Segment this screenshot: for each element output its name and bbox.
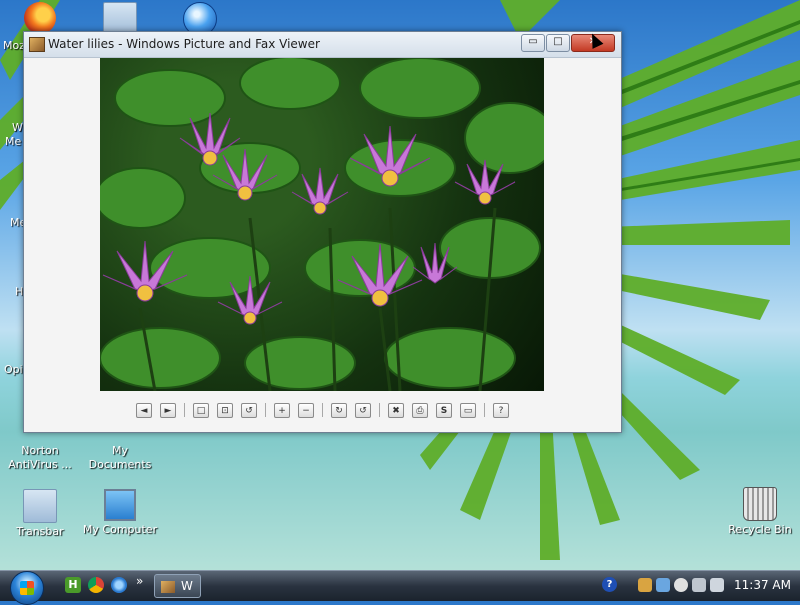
internet-explorer-icon[interactable] bbox=[111, 577, 127, 593]
water-lilies-image bbox=[100, 58, 544, 391]
desktop-icon-recycle-bin[interactable]: Recycle Bin bbox=[720, 487, 800, 537]
delete-button[interactable]: ✖ bbox=[388, 402, 404, 418]
rotate-counterclockwise-button[interactable]: ↺ bbox=[355, 402, 371, 418]
desktop-icon-norton[interactable]: Norton AntiVirus ... bbox=[0, 444, 80, 472]
previous-image-button[interactable]: ◄ bbox=[136, 402, 152, 418]
help-button[interactable]: ? bbox=[493, 402, 509, 418]
taskbar-button-picture-viewer[interactable]: W bbox=[154, 574, 201, 598]
open-for-editing-button[interactable]: ▭ bbox=[460, 402, 476, 418]
viewer-content: ◄ ► □ ⊡ ↺ + − ↻ ↺ ✖ ⎙ S ▭ ? bbox=[24, 58, 621, 432]
chrome-icon[interactable] bbox=[88, 577, 104, 593]
toolbar-separator bbox=[184, 403, 185, 417]
tray-app-icon[interactable] bbox=[638, 578, 652, 592]
desktop-icon-label: Recycle Bin bbox=[728, 523, 792, 536]
desktop-icon-label: My Computer bbox=[82, 523, 158, 536]
tray-status-icon[interactable] bbox=[674, 578, 688, 592]
picture-viewer-icon bbox=[161, 580, 175, 593]
slideshow-button[interactable]: ↺ bbox=[241, 402, 257, 418]
toolbar-separator bbox=[379, 403, 380, 417]
desktop-icon-transbar[interactable]: Transbar bbox=[0, 489, 80, 539]
volume-icon[interactable] bbox=[710, 578, 724, 592]
computer-icon bbox=[104, 489, 136, 521]
clock[interactable]: 11:37 AM bbox=[734, 578, 791, 592]
network-icon[interactable] bbox=[656, 578, 670, 592]
windows-logo-icon bbox=[20, 581, 34, 595]
desktop-label-fragment: Me bbox=[5, 135, 22, 148]
desktop-icon-label: Transbar bbox=[16, 525, 64, 538]
zoom-out-button[interactable]: − bbox=[298, 402, 314, 418]
desktop-icon-my-documents[interactable]: My Documents bbox=[80, 444, 160, 472]
quicklaunch-more-button[interactable]: » bbox=[136, 574, 143, 588]
picture-viewer-icon bbox=[29, 37, 45, 52]
best-fit-button[interactable]: □ bbox=[193, 402, 209, 418]
next-image-button[interactable]: ► bbox=[160, 402, 176, 418]
actual-size-button[interactable]: ⊡ bbox=[217, 402, 233, 418]
toolbar-separator bbox=[484, 403, 485, 417]
desktop-icon-label: My Documents bbox=[88, 444, 152, 471]
taskbar: H » W ? 11:37 AM bbox=[0, 570, 800, 605]
quicklaunch-h-icon[interactable]: H bbox=[65, 577, 81, 593]
firefox-icon bbox=[24, 2, 56, 34]
desktop-icon-label: Norton AntiVirus ... bbox=[8, 444, 72, 471]
window-titlebar[interactable]: Water lilies - Windows Picture and Fax V… bbox=[24, 31, 621, 58]
rotate-clockwise-button[interactable]: ↻ bbox=[331, 402, 347, 418]
help-icon[interactable]: ? bbox=[602, 577, 617, 592]
minimize-button[interactable]: ▭ bbox=[521, 34, 545, 52]
desktop-label-fragment: Opi bbox=[4, 363, 23, 376]
print-button[interactable]: ⎙ bbox=[412, 402, 428, 418]
taskbar-button-label: W bbox=[181, 579, 193, 593]
water-lilies-artwork bbox=[100, 58, 544, 391]
save-button[interactable]: S bbox=[436, 402, 452, 418]
recycle-bin-icon bbox=[743, 487, 777, 521]
picture-viewer-window[interactable]: Water lilies - Windows Picture and Fax V… bbox=[23, 31, 622, 433]
phone-icon[interactable] bbox=[692, 578, 706, 592]
window-title: Water lilies - Windows Picture and Fax V… bbox=[48, 37, 320, 51]
viewer-toolbar: ◄ ► □ ⊡ ↺ + − ↻ ↺ ✖ ⎙ S ▭ ? bbox=[136, 401, 517, 419]
desktop-label-fragment: Moz bbox=[3, 39, 25, 52]
maximize-button[interactable]: □ bbox=[546, 34, 570, 52]
toolbar-separator bbox=[322, 403, 323, 417]
desktop-label-fragment: W bbox=[12, 121, 23, 134]
desktop-icon-my-computer[interactable]: My Computer bbox=[80, 489, 160, 537]
zoom-in-button[interactable]: + bbox=[274, 402, 290, 418]
folder-icon bbox=[23, 489, 57, 523]
system-tray bbox=[638, 578, 728, 592]
toolbar-separator bbox=[265, 403, 266, 417]
